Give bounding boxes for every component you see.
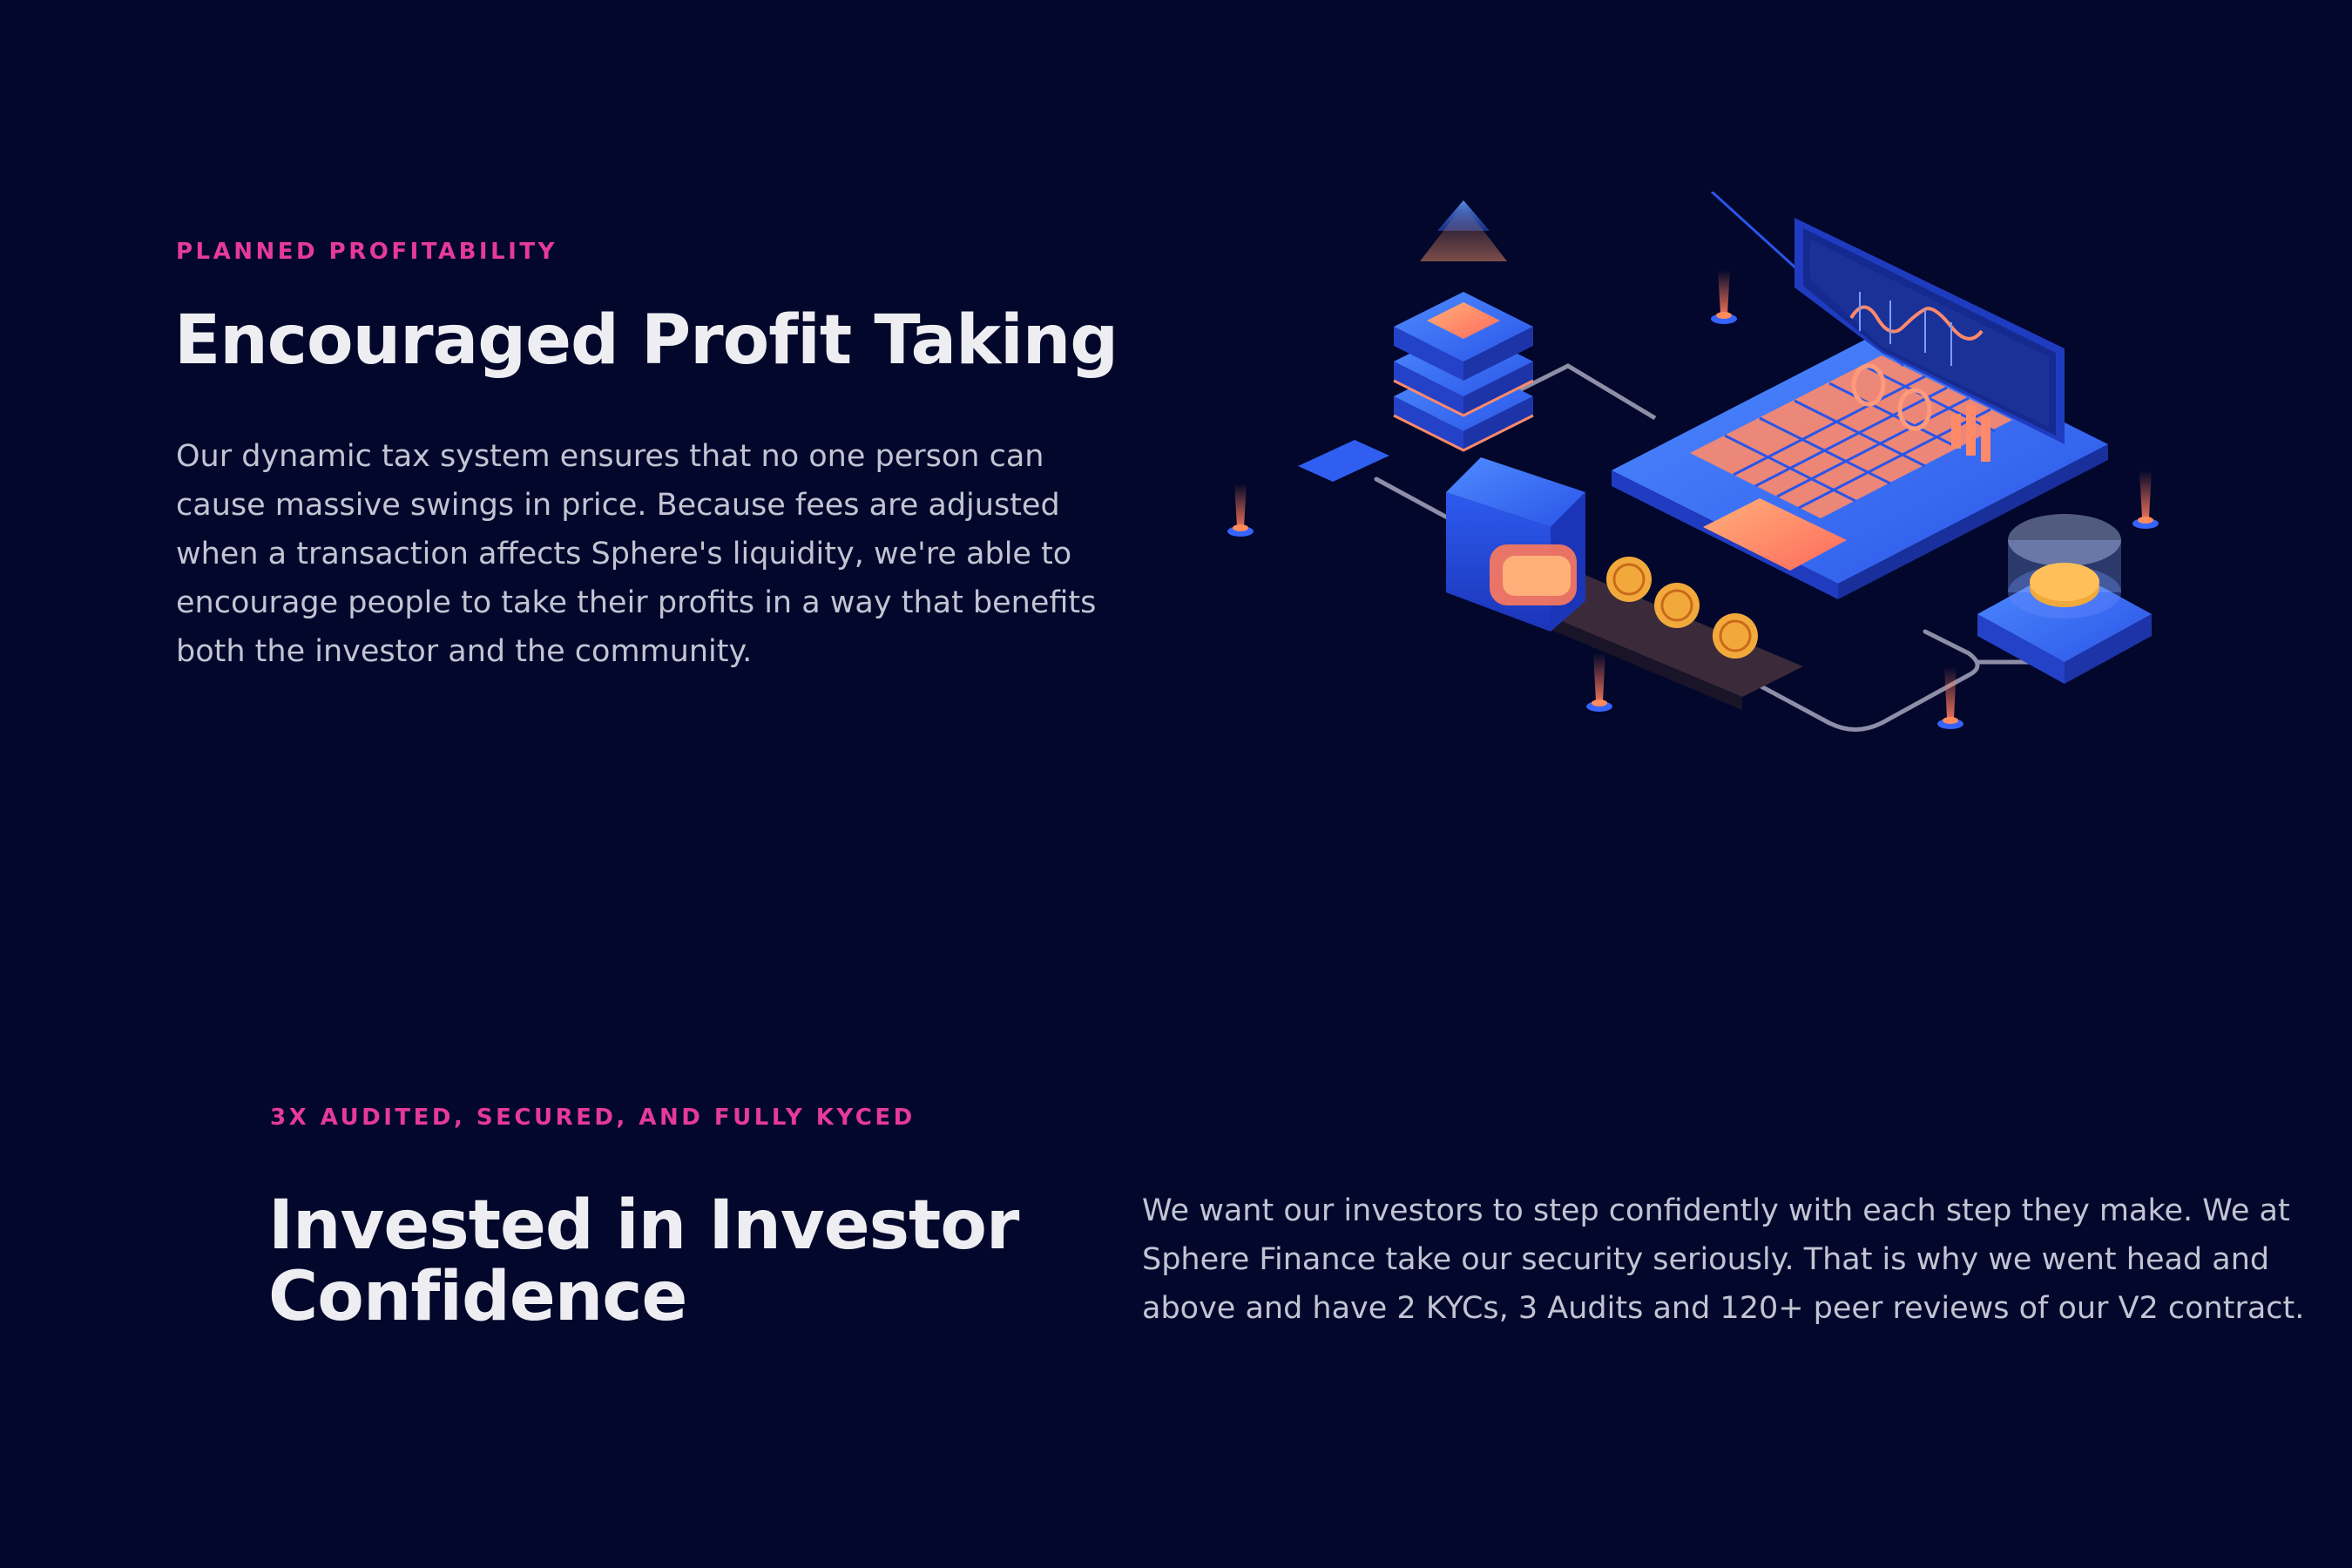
beacon-pin bbox=[1937, 666, 1963, 729]
section-eyebrow: 3X AUDITED, SECURED, AND FULLY KYCED bbox=[270, 1105, 916, 1131]
coin-vault bbox=[1977, 514, 2152, 684]
section-eyebrow: PLANNED PROFITABILITY bbox=[176, 239, 558, 265]
beacon-pin bbox=[2132, 470, 2159, 529]
crypto-laptop-illustration bbox=[1202, 190, 2204, 749]
section-description: We want our investors to step confidentl… bbox=[1142, 1193, 2305, 1326]
beacon-pin bbox=[1586, 653, 1612, 712]
beacon-pin bbox=[1711, 270, 1737, 324]
section-title: Encouraged Profit Taking bbox=[174, 301, 1119, 380]
isometric-crypto-laptop-icon bbox=[1227, 190, 2159, 732]
page: PLANNED PROFITABILITY Encouraged Profit … bbox=[0, 0, 2352, 1568]
coin-machine bbox=[1446, 457, 1585, 632]
beacon-pin bbox=[1227, 483, 1254, 537]
section-description: Our dynamic tax system ensures that no o… bbox=[176, 439, 1097, 669]
server-stack bbox=[1393, 200, 1534, 452]
section-title: Invested in Investor Confidence bbox=[268, 1186, 1019, 1336]
